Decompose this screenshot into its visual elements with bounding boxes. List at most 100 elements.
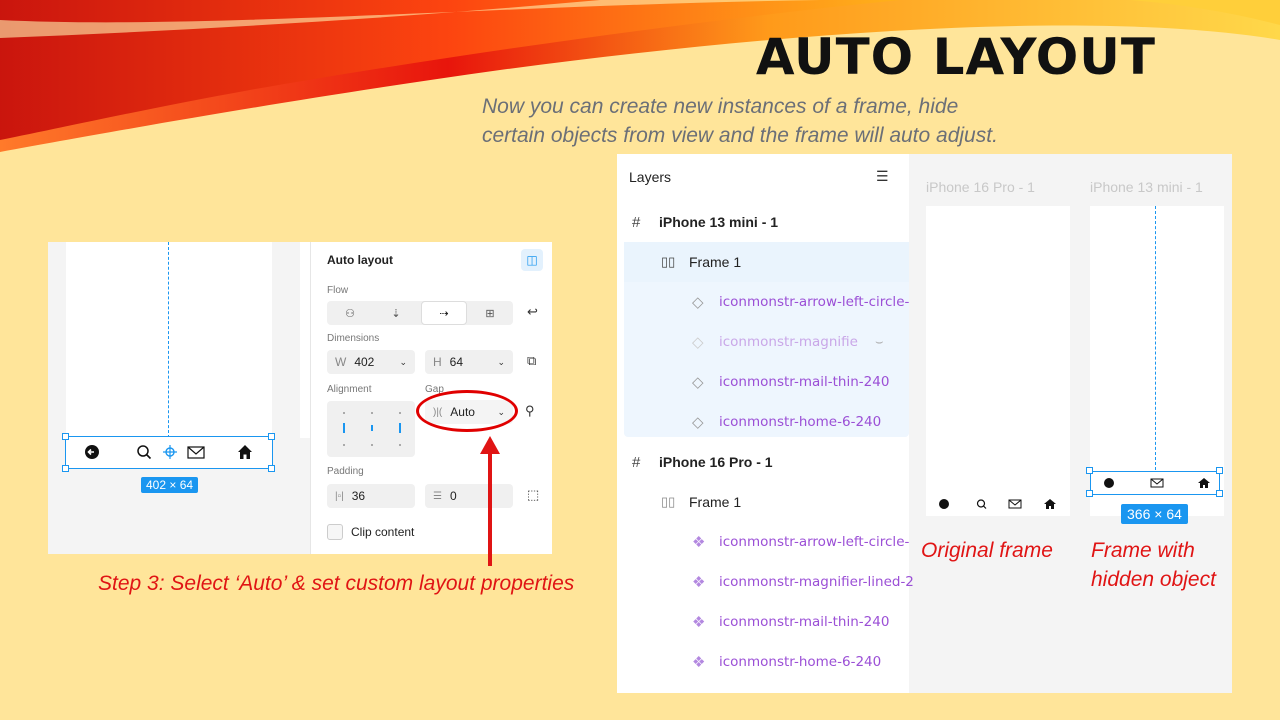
layer-row[interactable]: ❖ iconmonstr-home-6-240 xyxy=(617,642,909,682)
layer-row[interactable]: ❖ iconmonstr-arrow-left-circle- xyxy=(617,522,909,562)
layer-label: iconmonstr-arrow-left-circle- xyxy=(719,294,910,310)
mail-icon xyxy=(187,446,205,459)
layer-label: iconmonstr-home-6-240 xyxy=(719,654,882,670)
caption-hidden-object: Frame with hidden object xyxy=(1091,536,1216,594)
caption-line-2: hidden object xyxy=(1091,568,1216,591)
frame-label-iphone-13: iPhone 13 mini - 1 xyxy=(1090,179,1203,195)
layer-label: iconmonstr-magnifier-lined-2 xyxy=(719,574,914,590)
layer-row[interactable]: # iPhone 16 Pro - 1 xyxy=(617,442,909,482)
magnifier-icon xyxy=(137,445,152,460)
frame-icon: # xyxy=(632,213,641,231)
height-key: H xyxy=(433,355,442,369)
layers-title: Layers xyxy=(629,169,672,185)
advanced-settings-icon[interactable]: ⚲ xyxy=(525,403,535,419)
component-icon: ❖ xyxy=(692,534,706,551)
auto-layout-icon: ▯▯ xyxy=(661,254,676,269)
layer-row-selected[interactable]: ▯▯ Frame 1 xyxy=(624,242,909,282)
slide-title: AUTO LAYOUT xyxy=(755,28,1156,86)
layer-row[interactable]: ◇ iconmonstr-mail-thin-240 xyxy=(617,362,909,402)
original-phone-frame[interactable] xyxy=(926,206,1070,516)
horizontal-padding-icon: |▫| xyxy=(335,490,344,502)
subtitle-line-2: certain objects from view and the frame … xyxy=(482,124,998,147)
nav-bar-icons xyxy=(939,499,1056,509)
resize-handle-bl[interactable] xyxy=(62,465,69,472)
width-value: 402 xyxy=(354,355,375,369)
layer-row[interactable]: ◇ iconmonstr-arrow-left-circle- xyxy=(617,282,909,322)
step-instruction: Step 3: Select ‘Auto’ & set custom layou… xyxy=(98,572,575,595)
instance-icon: ◇ xyxy=(692,294,704,311)
alignment-label: Alignment xyxy=(327,384,372,395)
wrap-icon[interactable]: ↩ xyxy=(527,304,538,320)
frame-label-iphone-16: iPhone 16 Pro - 1 xyxy=(926,179,1035,195)
layer-row[interactable]: ◇ iconmonstr-home-6-240 xyxy=(617,402,909,442)
layer-label: Frame 1 xyxy=(689,494,742,510)
layer-row[interactable]: ▯▯ Frame 1 xyxy=(617,482,909,522)
auto-layout-heading: Auto layout xyxy=(327,253,393,267)
canvas-frame xyxy=(66,242,272,438)
highlight-circle xyxy=(416,390,518,432)
nav-bar-icons xyxy=(1104,478,1210,488)
caption-original-frame: Original frame xyxy=(921,539,1053,562)
hidden-eye-icon[interactable]: ⌣ xyxy=(875,334,884,350)
instance-icon: ◇ xyxy=(692,334,704,351)
subtitle-line-1: Now you can create new instances of a fr… xyxy=(482,95,959,118)
canvas-frame-edge xyxy=(300,242,310,438)
flow-vertical-button[interactable]: ⇣ xyxy=(373,301,419,325)
height-field[interactable]: H 64 ⌄ xyxy=(425,350,513,374)
red-arrow xyxy=(480,436,500,566)
flow-selector: ⚇ ⇣ ⇢ ⊞ xyxy=(327,301,513,325)
center-guide xyxy=(168,242,169,438)
auto-layout-toggle-icon[interactable]: ◫ xyxy=(521,249,543,271)
layer-label: iPhone 13 mini - 1 xyxy=(659,214,779,230)
flow-freeform-button[interactable]: ⚇ xyxy=(327,301,373,325)
layers-panel: Layers ☰ # iPhone 13 mini - 1 ▯▯ Frame 1… xyxy=(617,154,914,693)
width-field[interactable]: W 402 ⌄ xyxy=(327,350,415,374)
chevron-down-icon: ⌄ xyxy=(399,356,407,367)
individual-padding-icon[interactable]: ⬚ xyxy=(527,487,539,503)
layer-row-hidden[interactable]: ◇ iconmonstr-magnifie ⌣ xyxy=(617,322,909,362)
layer-label: iconmonstr-mail-thin-240 xyxy=(719,374,890,390)
auto-layout-icon: ▯▯ xyxy=(661,494,676,509)
vertical-padding-value: 0 xyxy=(449,489,457,503)
frame-icon: # xyxy=(632,453,641,471)
crosshair-icon xyxy=(163,445,177,459)
layer-row[interactable]: # iPhone 13 mini - 1 xyxy=(617,202,909,242)
resize-handle-br[interactable] xyxy=(1216,490,1223,497)
clip-content-label: Clip content xyxy=(351,525,415,539)
size-badge: 402 × 64 xyxy=(141,477,199,493)
alignment-grid[interactable] xyxy=(327,401,415,457)
dimensions-label: Dimensions xyxy=(327,333,380,344)
layer-label: iconmonstr-home-6-240 xyxy=(719,414,882,430)
layer-label: iPhone 16 Pro - 1 xyxy=(659,454,773,470)
layer-label: Frame 1 xyxy=(689,254,742,270)
caption-line-1: Frame with xyxy=(1091,539,1195,562)
arrow-left-circle-icon xyxy=(85,445,99,459)
resize-handle-tr[interactable] xyxy=(268,433,275,440)
layer-row[interactable]: ❖ iconmonstr-magnifier-lined-2 xyxy=(617,562,914,602)
chevron-down-icon: ⌄ xyxy=(497,356,505,367)
clip-content-checkbox[interactable] xyxy=(327,524,343,540)
selected-nav-bar[interactable] xyxy=(1090,471,1220,495)
slide-subtitle: Now you can create new instances of a fr… xyxy=(482,92,1102,150)
width-key: W xyxy=(335,355,347,369)
instance-icon: ◇ xyxy=(692,414,704,431)
horizontal-padding-field[interactable]: |▫| 36 xyxy=(327,484,415,508)
home-icon xyxy=(238,445,252,459)
resize-handle-tr[interactable] xyxy=(1216,467,1223,474)
center-guide xyxy=(1155,206,1156,470)
layer-row[interactable]: ❖ iconmonstr-mail-thin-240 xyxy=(617,602,909,642)
flow-horizontal-button[interactable]: ⇢ xyxy=(421,301,467,325)
resize-handle-tl[interactable] xyxy=(1086,467,1093,474)
size-badge: 366 × 64 xyxy=(1121,504,1188,524)
layers-menu-icon[interactable]: ☰ xyxy=(876,168,889,185)
padding-label: Padding xyxy=(327,466,364,477)
flow-grid-button[interactable]: ⊞ xyxy=(467,301,513,325)
resize-handle-tl[interactable] xyxy=(62,433,69,440)
instance-icon: ◇ xyxy=(692,374,704,391)
hidden-object-phone-frame[interactable] xyxy=(1090,206,1224,516)
resize-handle-bl[interactable] xyxy=(1086,490,1093,497)
resize-to-fit-icon[interactable]: ⧉ xyxy=(527,353,536,369)
height-value: 64 xyxy=(449,355,464,369)
selected-nav-bar[interactable] xyxy=(65,436,273,469)
resize-handle-br[interactable] xyxy=(268,465,275,472)
